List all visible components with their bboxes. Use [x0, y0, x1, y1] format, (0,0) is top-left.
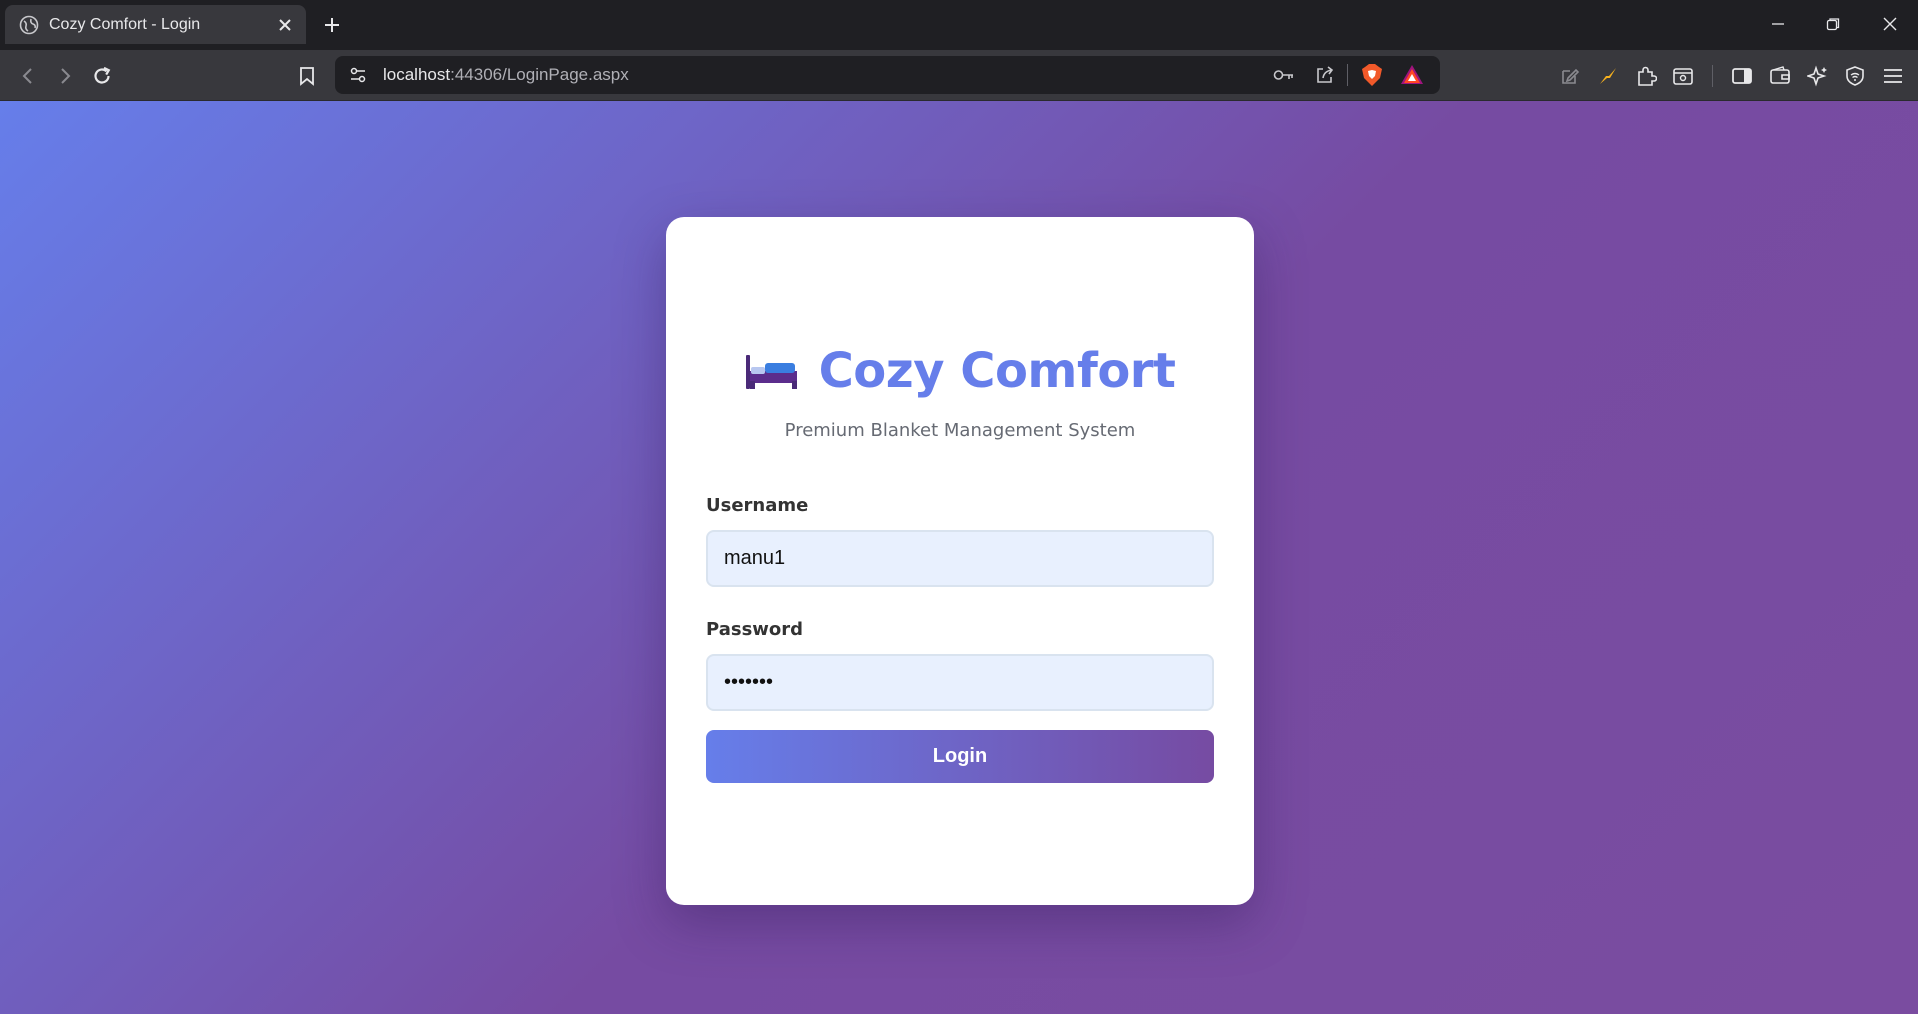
divider: [1712, 65, 1713, 87]
globe-icon: [19, 15, 39, 35]
edit-icon[interactable]: [1555, 61, 1585, 91]
app-subtitle: Premium Blanket Management System: [784, 420, 1136, 441]
sidebar-icon[interactable]: [1727, 61, 1757, 91]
address-bar[interactable]: localhost:44306/LoginPage.aspx: [335, 56, 1440, 94]
brave-rewards-icon[interactable]: [1398, 62, 1426, 88]
url-host: localhost: [383, 65, 451, 84]
reload-icon[interactable]: [87, 61, 117, 91]
login-card: Cozy Comfort Premium Blanket Management …: [666, 217, 1254, 905]
divider: [1347, 64, 1348, 86]
menu-icon[interactable]: [1878, 61, 1908, 91]
plus-icon[interactable]: [318, 11, 346, 39]
bookmark-icon[interactable]: [292, 61, 322, 91]
lightning-extension-icon[interactable]: [1593, 61, 1623, 91]
username-input[interactable]: [706, 530, 1214, 587]
wallet-icon[interactable]: [1765, 61, 1795, 91]
login-button[interactable]: Login: [706, 730, 1214, 783]
close-icon[interactable]: [272, 12, 298, 38]
url-path: :44306/LoginPage.aspx: [450, 65, 629, 84]
page-background: Cozy Comfort Premium Blanket Management …: [0, 101, 1918, 1014]
browser-toolbar: localhost:44306/LoginPage.aspx: [0, 50, 1918, 101]
brave-shields-icon[interactable]: [1358, 62, 1386, 88]
username-label: Username: [706, 495, 809, 516]
url-text[interactable]: localhost:44306/LoginPage.aspx: [383, 65, 629, 85]
password-input[interactable]: [706, 654, 1214, 711]
window-close-icon[interactable]: [1870, 8, 1910, 40]
key-icon[interactable]: [1270, 62, 1298, 88]
bed-icon: [745, 351, 799, 391]
minimize-icon[interactable]: [1758, 8, 1798, 40]
share-icon[interactable]: [1311, 62, 1339, 88]
site-info-icon[interactable]: [345, 62, 371, 88]
vpn-icon[interactable]: [1840, 61, 1870, 91]
tab-strip: Cozy Comfort - Login: [0, 0, 1918, 50]
restore-icon[interactable]: [1813, 8, 1853, 40]
screenshot-icon[interactable]: [1668, 61, 1698, 91]
app-title: Cozy Comfort: [818, 343, 1176, 399]
extensions-icon[interactable]: [1631, 61, 1661, 91]
tab-title: Cozy Comfort - Login: [49, 15, 201, 33]
forward-icon[interactable]: [50, 61, 80, 91]
password-label: Password: [706, 619, 804, 640]
browser-tab[interactable]: Cozy Comfort - Login: [5, 5, 306, 44]
leo-ai-icon[interactable]: [1803, 61, 1833, 91]
brand-header: Cozy Comfort: [666, 343, 1254, 399]
back-icon[interactable]: [13, 61, 43, 91]
